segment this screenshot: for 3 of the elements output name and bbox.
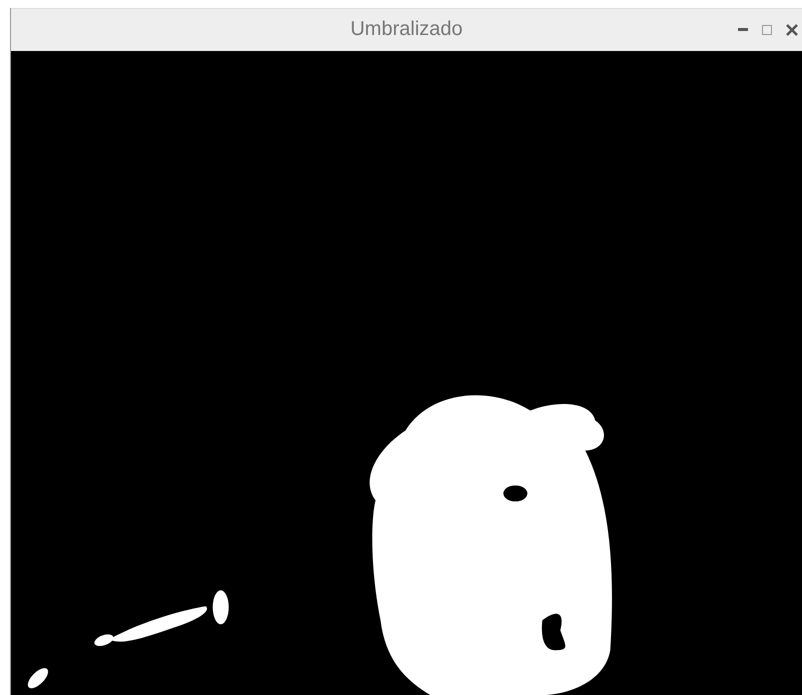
minimize-icon[interactable] — [738, 28, 748, 32]
close-icon[interactable] — [786, 24, 798, 36]
window-title: Umbralizado — [350, 18, 463, 42]
